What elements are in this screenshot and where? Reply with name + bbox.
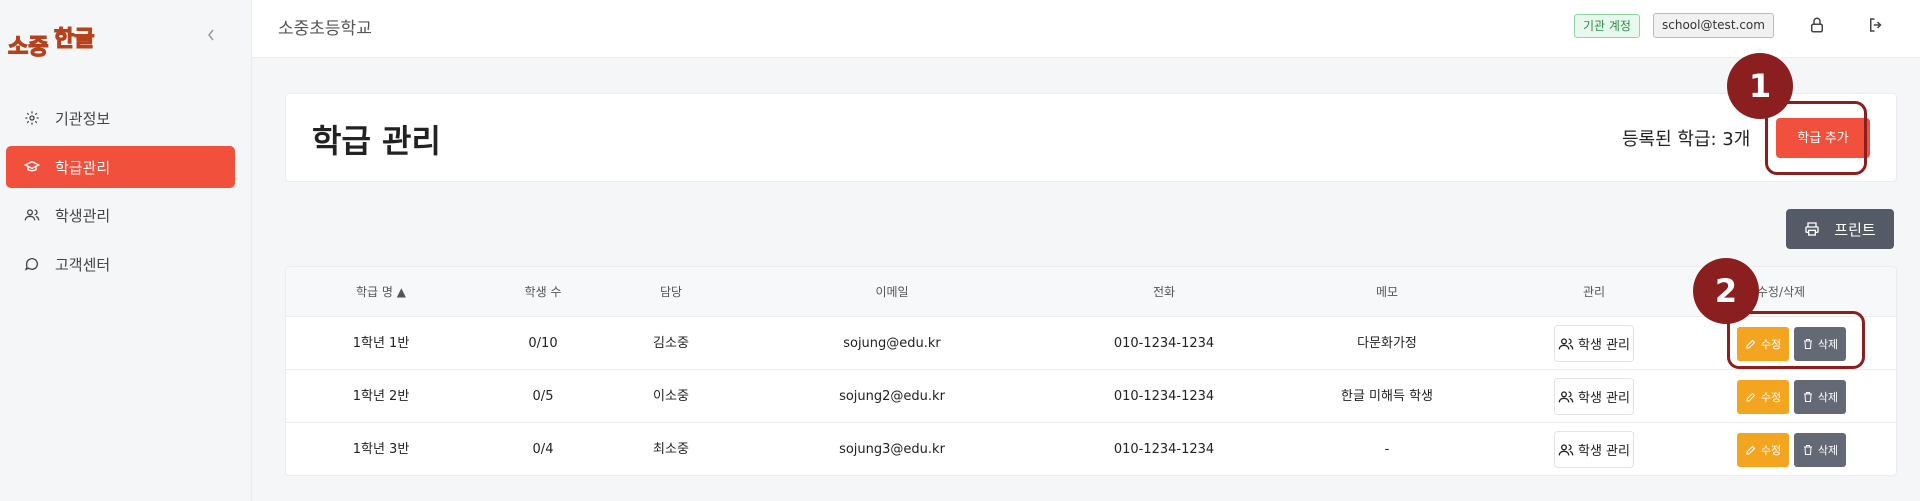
cell-class-name: 1학년 2반 <box>352 389 410 404</box>
cell-teacher: 김소중 <box>653 336 689 351</box>
edit-button[interactable]: 수정 <box>1737 380 1789 414</box>
annotation-marker-1: 1 <box>1727 53 1793 119</box>
school-name: 소중초등학교 <box>278 19 372 39</box>
cell-memo: 한글 미해득 학생 <box>1341 389 1433 404</box>
cell-student-count: 0/10 <box>528 336 558 351</box>
cell-email: sojung3@edu.kr <box>839 442 945 457</box>
users-icon <box>23 206 41 224</box>
logout-icon[interactable] <box>1867 16 1887 36</box>
edit-label: 수정 <box>1760 444 1782 457</box>
app-logo[interactable]: 소중 한글 <box>6 16 102 66</box>
cell-teacher: 최소중 <box>653 442 689 457</box>
delete-button[interactable]: 삭제 <box>1794 380 1846 414</box>
sidebar-item-label: 학급관리 <box>55 158 111 177</box>
cell-class-name: 1학년 3반 <box>352 442 410 457</box>
cell-email: sojung@edu.kr <box>843 336 941 351</box>
account-email-badge: school@test.com <box>1653 13 1774 38</box>
annotation-highlight-1 <box>1765 101 1867 175</box>
edit-icon <box>1746 392 1756 402</box>
edit-icon <box>1746 445 1756 455</box>
annotation-highlight-2 <box>1727 311 1865 369</box>
cell-phone: 010-1234-1234 <box>1113 389 1215 404</box>
delete-label: 삭제 <box>1817 444 1839 457</box>
users-icon <box>1558 443 1574 455</box>
account-type-badge: 기관 계정 <box>1574 14 1640 38</box>
sidebar: 소중 한글 기관정보 학급관리 학생관리 고객센터 <box>0 0 252 501</box>
print-button[interactable]: 프린트 <box>1786 209 1894 249</box>
users-icon <box>1558 390 1574 402</box>
sidebar-item-label: 학생관리 <box>55 206 111 225</box>
trash-icon <box>1803 392 1812 402</box>
delete-label: 삭제 <box>1817 391 1839 404</box>
manage-students-button[interactable]: 학생 관리 <box>1554 325 1634 362</box>
trash-icon <box>1803 445 1812 455</box>
column-header-class-name[interactable]: 학급 명 ▲ <box>356 267 406 317</box>
annotation-marker-2: 2 <box>1693 258 1759 324</box>
gear-icon <box>23 109 41 127</box>
cell-teacher: 이소중 <box>653 389 689 404</box>
lock-icon[interactable] <box>1808 16 1828 36</box>
column-header-email: 이메일 <box>875 285 909 299</box>
users-icon <box>1558 337 1574 349</box>
cell-class-name: 1학년 1반 <box>352 336 410 351</box>
sidebar-item-institution-info[interactable]: 기관정보 <box>6 97 235 139</box>
cell-email: sojung2@edu.kr <box>839 389 945 404</box>
table-row: 1학년 2반 0/5 이소중 sojung2@edu.kr 010-1234-1… <box>286 370 1896 423</box>
cell-phone: 010-1234-1234 <box>1113 442 1215 457</box>
delete-button[interactable]: 삭제 <box>1794 433 1846 467</box>
column-header-teacher: 담당 <box>659 285 683 299</box>
manage-students-label: 학생 관리 <box>1578 444 1630 459</box>
edit-button[interactable]: 수정 <box>1737 433 1789 467</box>
cell-memo: 다문화가정 <box>1357 336 1417 351</box>
sidebar-item-class-management[interactable]: 학급관리 <box>6 146 235 188</box>
print-button-label: 프린트 <box>1834 220 1876 239</box>
manage-students-button[interactable]: 학생 관리 <box>1554 431 1634 468</box>
chevron-left-icon <box>208 29 214 41</box>
column-header-student-count: 학생 수 <box>524 285 562 299</box>
cell-student-count: 0/5 <box>532 389 554 404</box>
graduation-cap-icon <box>23 158 41 176</box>
top-header: 소중초등학교 기관 계정 school@test.com <box>252 0 1920 58</box>
column-header-manage: 관리 <box>1582 285 1606 299</box>
manage-students-label: 학생 관리 <box>1578 391 1630 406</box>
svg-text:한글: 한글 <box>54 27 94 52</box>
manage-students-button[interactable]: 학생 관리 <box>1554 378 1634 415</box>
chat-bubble-icon <box>23 255 41 273</box>
class-table: 학급 명 ▲ 학생 수 담당 이메일 전화 메모 관리 수정/삭제 1학년 1반… <box>285 266 1897 476</box>
edit-label: 수정 <box>1760 391 1782 404</box>
cell-phone: 010-1234-1234 <box>1113 336 1215 351</box>
table-row: 1학년 3반 0/4 최소중 sojung3@edu.kr 010-1234-1… <box>286 423 1896 475</box>
page-title: 학급 관리 <box>312 122 441 160</box>
sidebar-item-label: 기관정보 <box>55 109 111 128</box>
table-row: 1학년 1반 0/10 김소중 sojung@edu.kr 010-1234-1… <box>286 317 1896 370</box>
sidebar-item-customer-center[interactable]: 고객센터 <box>6 243 235 285</box>
table-header: 학급 명 ▲ 학생 수 담당 이메일 전화 메모 관리 수정/삭제 <box>286 267 1896 317</box>
svg-text:소중: 소중 <box>8 35 48 60</box>
column-header-memo: 메모 <box>1375 285 1399 299</box>
cell-memo: - <box>1384 442 1390 457</box>
column-header-phone: 전화 <box>1152 285 1176 299</box>
printer-icon <box>1805 222 1819 236</box>
cell-student-count: 0/4 <box>532 442 554 457</box>
sidebar-item-label: 고객센터 <box>55 255 111 274</box>
column-header-edit-delete: 수정/삭제 <box>1756 285 1806 299</box>
sidebar-item-student-management[interactable]: 학생관리 <box>6 194 235 236</box>
manage-students-label: 학생 관리 <box>1578 338 1630 353</box>
collapse-sidebar-button[interactable] <box>202 26 220 48</box>
registered-class-count: 등록된 학급: 3개 <box>1622 129 1751 150</box>
title-card: 학급 관리 등록된 학급: 3개 학급 추가 <box>285 93 1897 182</box>
